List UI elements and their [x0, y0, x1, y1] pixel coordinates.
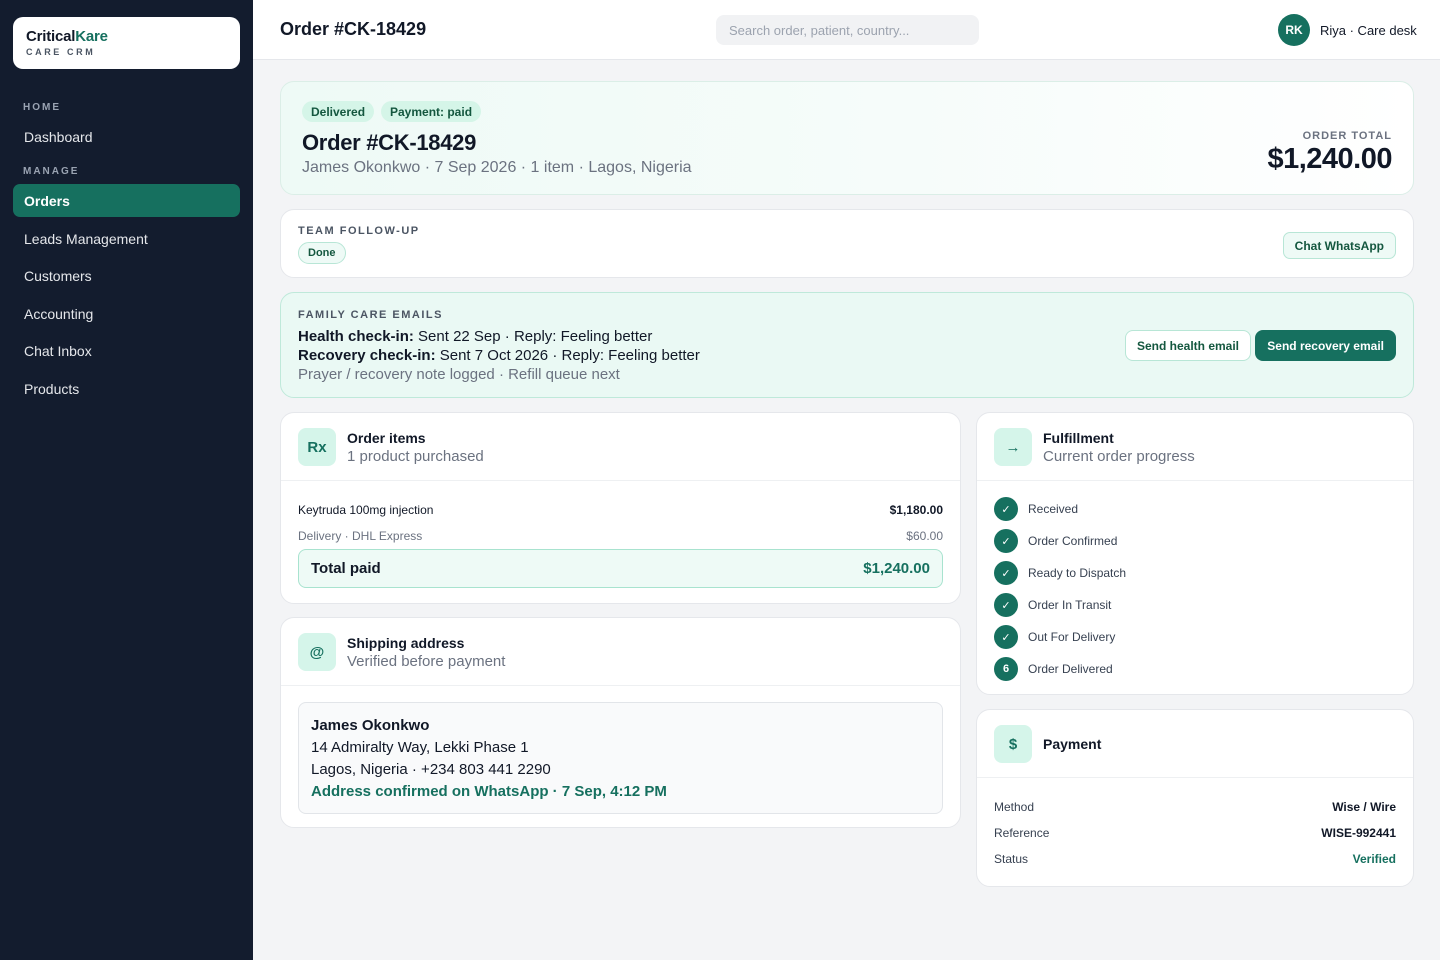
line-item: Delivery · DHL Express $60.00 — [298, 529, 943, 543]
nav-section-home: HOME — [23, 102, 61, 113]
page-title: Order #CK-18429 — [280, 19, 427, 39]
fulfillment-step: ✓ Order Confirmed — [994, 529, 1117, 553]
payment-title: Payment — [1043, 736, 1102, 752]
line-item-name: Keytruda 100mg injection — [298, 503, 434, 517]
brand-logo[interactable]: CriticalKare CARE CRM — [13, 17, 240, 69]
fulfillment-step: ✓ Order In Transit — [994, 593, 1111, 617]
followup-label: TEAM FOLLOW-UP — [298, 225, 420, 237]
fulfillment-header: → Fulfillment Current order progress — [977, 413, 1413, 481]
recipient-name: James Okonkwo — [311, 717, 430, 734]
step-number-badge: 6 — [994, 657, 1018, 681]
emails-label: FAMILY CARE EMAILS — [298, 309, 443, 321]
sidebar-item-customers[interactable]: Customers — [13, 259, 240, 292]
step-label: Out For Delivery — [1028, 630, 1116, 644]
payment-card: $ Payment Method Wise / Wire Reference W… — [976, 709, 1414, 887]
chat-whatsapp-button[interactable]: Chat WhatsApp — [1282, 232, 1396, 259]
shipping-subtitle: Verified before payment — [347, 653, 506, 670]
step-label: Order Delivered — [1028, 662, 1113, 676]
payment-status-value: Verified — [1352, 852, 1396, 866]
step-label: Received — [1028, 502, 1079, 516]
order-total-label: ORDER TOTAL — [1302, 130, 1392, 142]
payment-badge: Payment: paid — [381, 101, 482, 122]
top-header: Order #CK-18429 RK Riya · Care desk — [253, 0, 1440, 60]
payment-row: Method Wise / Wire — [994, 800, 1396, 814]
payment-row-key: Method — [994, 800, 1035, 814]
sidebar-item-chat-inbox[interactable]: Chat Inbox — [13, 334, 240, 367]
fulfillment-subtitle: Current order progress — [1043, 448, 1195, 465]
check-icon: ✓ — [994, 529, 1018, 553]
address-confirmation: Address confirmed on WhatsApp · 7 Sep, 4… — [311, 783, 667, 800]
fulfillment-title: Fulfillment — [1043, 430, 1114, 446]
step-label: Ready to Dispatch — [1028, 566, 1127, 580]
line-item: Keytruda 100mg injection $1,180.00 — [298, 503, 943, 517]
order-subtitle: James Okonkwo · 7 Sep 2026 · 1 item · La… — [302, 159, 692, 176]
payment-row: Reference WISE-992441 — [994, 826, 1396, 840]
avatar[interactable]: RK — [1278, 14, 1310, 46]
brand-name: CriticalKare — [26, 28, 108, 45]
team-followup-card: TEAM FOLLOW-UP Done Chat WhatsApp — [280, 209, 1414, 278]
payment-row-value: WISE-992441 — [1321, 826, 1396, 840]
shipping-address-card: @ Shipping address Verified before payme… — [280, 617, 961, 828]
line-item-amount: $1,180.00 — [889, 503, 943, 517]
check-icon: ✓ — [994, 593, 1018, 617]
payment-header: $ Payment — [977, 710, 1413, 778]
address-box: James Okonkwo 14 Admiralty Way, Lekki Ph… — [298, 702, 943, 814]
send-health-email-button[interactable]: Send health email — [1124, 330, 1251, 361]
total-paid-label: Total paid — [311, 560, 381, 577]
sidebar-item-dashboard[interactable]: Dashboard — [13, 120, 240, 153]
brand-subtitle: CARE CRM — [26, 47, 96, 57]
order-title: Order #CK-18429 — [302, 130, 477, 155]
send-recovery-email-button[interactable]: Send recovery email — [1255, 330, 1396, 361]
sidebar-item-products[interactable]: Products — [13, 372, 240, 405]
address-line-2: Lagos, Nigeria · +234 803 441 2290 — [311, 761, 551, 778]
dollar-icon: $ — [994, 725, 1032, 763]
family-care-emails-card: FAMILY CARE EMAILS Health check-in: Sent… — [280, 292, 1414, 398]
shipping-header: @ Shipping address Verified before payme… — [281, 618, 960, 686]
fulfillment-step: ✓ Ready to Dispatch — [994, 561, 1126, 585]
search-input[interactable] — [716, 15, 979, 45]
fulfillment-step: 6 Order Delivered — [994, 657, 1113, 681]
order-summary-card: Delivered Payment: paid Order #CK-18429 … — [280, 81, 1414, 195]
nav-section-manage: MANAGE — [23, 166, 80, 177]
fulfillment-step: ✓ Out For Delivery — [994, 625, 1115, 649]
order-items-title: Order items — [347, 430, 426, 446]
payment-row-value: Wise / Wire — [1332, 800, 1396, 814]
address-line-1: 14 Admiralty Way, Lekki Phase 1 — [311, 739, 529, 756]
payment-row: Status Verified — [994, 852, 1396, 866]
check-icon: ✓ — [994, 497, 1018, 521]
line-item-name: Delivery · DHL Express — [298, 529, 423, 543]
shipping-title: Shipping address — [347, 635, 465, 651]
sidebar: CriticalKare CARE CRM HOME Dashboard MAN… — [0, 0, 253, 960]
sidebar-item-leads-management[interactable]: Leads Management — [13, 222, 240, 255]
line-item-amount: $60.00 — [906, 529, 943, 543]
sidebar-item-accounting[interactable]: Accounting — [13, 297, 240, 330]
recovery-checkin-line: Recovery check-in: Sent 7 Oct 2026 · Rep… — [298, 347, 700, 364]
fulfillment-step: ✓ Received — [994, 497, 1078, 521]
order-items-header: Rx Order items 1 product purchased — [281, 413, 960, 481]
status-badge: Delivered — [302, 101, 375, 122]
step-label: Order In Transit — [1028, 598, 1112, 612]
at-sign-icon: @ — [298, 633, 336, 671]
check-icon: ✓ — [994, 625, 1018, 649]
emails-note: Prayer / recovery note logged · Refill q… — [298, 366, 620, 383]
order-items-card: Rx Order items 1 product purchased Keytr… — [280, 412, 961, 604]
followup-status-badge: Done — [298, 242, 346, 264]
step-label: Order Confirmed — [1028, 534, 1118, 548]
sidebar-item-orders[interactable]: Orders — [13, 184, 240, 217]
order-total-value: $1,240.00 — [1267, 143, 1392, 175]
health-checkin-line: Health check-in: Sent 22 Sep · Reply: Fe… — [298, 328, 653, 345]
payment-row-key: Status — [994, 852, 1029, 866]
total-paid-box: Total paid $1,240.00 — [298, 549, 943, 588]
total-paid-value: $1,240.00 — [863, 560, 930, 577]
check-icon: ✓ — [994, 561, 1018, 585]
arrow-right-icon: → — [994, 428, 1032, 466]
rx-icon: Rx — [298, 428, 336, 466]
payment-row-key: Reference — [994, 826, 1050, 840]
order-items-subtitle: 1 product purchased — [347, 448, 484, 465]
user-label[interactable]: Riya · Care desk — [1320, 23, 1417, 38]
fulfillment-card: → Fulfillment Current order progress ✓ R… — [976, 412, 1414, 695]
